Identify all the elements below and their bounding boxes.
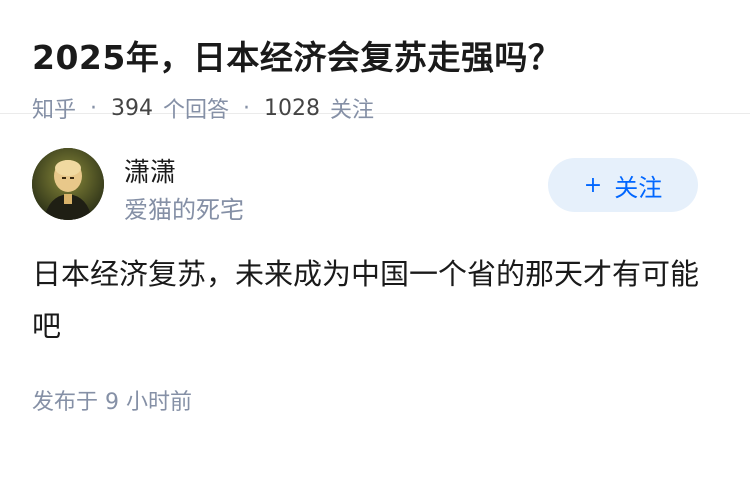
answers-label[interactable]: 个回答 bbox=[163, 92, 229, 124]
answer-footer: 发布于 9 小时前 bbox=[32, 384, 718, 416]
answer-content[interactable]: 日本经济复苏，未来成为中国一个省的那天才有可能吧 bbox=[32, 248, 712, 352]
answers-count: 394 bbox=[111, 95, 154, 121]
follow-button[interactable]: + 关注 bbox=[548, 158, 698, 212]
question-meta: 知乎 · 394 个回答 · 1028 关注 bbox=[32, 92, 718, 124]
separator-dot: · bbox=[243, 95, 251, 121]
author-avatar[interactable] bbox=[32, 148, 104, 220]
followers-label[interactable]: 关注 bbox=[330, 92, 374, 124]
follow-button-label: 关注 bbox=[614, 173, 663, 202]
published-time: 9 小时前 bbox=[105, 390, 193, 415]
question-title[interactable]: 2025年，日本经济会复苏走强吗？ bbox=[32, 36, 718, 80]
followers-count: 1028 bbox=[264, 95, 321, 121]
separator-dot: · bbox=[90, 95, 98, 121]
question-header: 2025年，日本经济会复苏走强吗？ 知乎 · 394 个回答 · 1028 关注 bbox=[0, 0, 750, 123]
answer-card: 潇潇 爱猫的死宅 + 关注 日本经济复苏，未来成为中国一个省的那天才有可能吧 发… bbox=[0, 148, 750, 416]
site-name[interactable]: 知乎 bbox=[32, 92, 76, 124]
avatar-image bbox=[32, 148, 104, 220]
plus-icon: + bbox=[583, 172, 603, 198]
author-row: 潇潇 爱猫的死宅 + 关注 bbox=[32, 148, 718, 248]
author-bio: 爱猫的死宅 bbox=[124, 196, 244, 224]
published-prefix: 发布于 bbox=[32, 390, 99, 415]
author-name[interactable]: 潇潇 bbox=[124, 152, 176, 189]
